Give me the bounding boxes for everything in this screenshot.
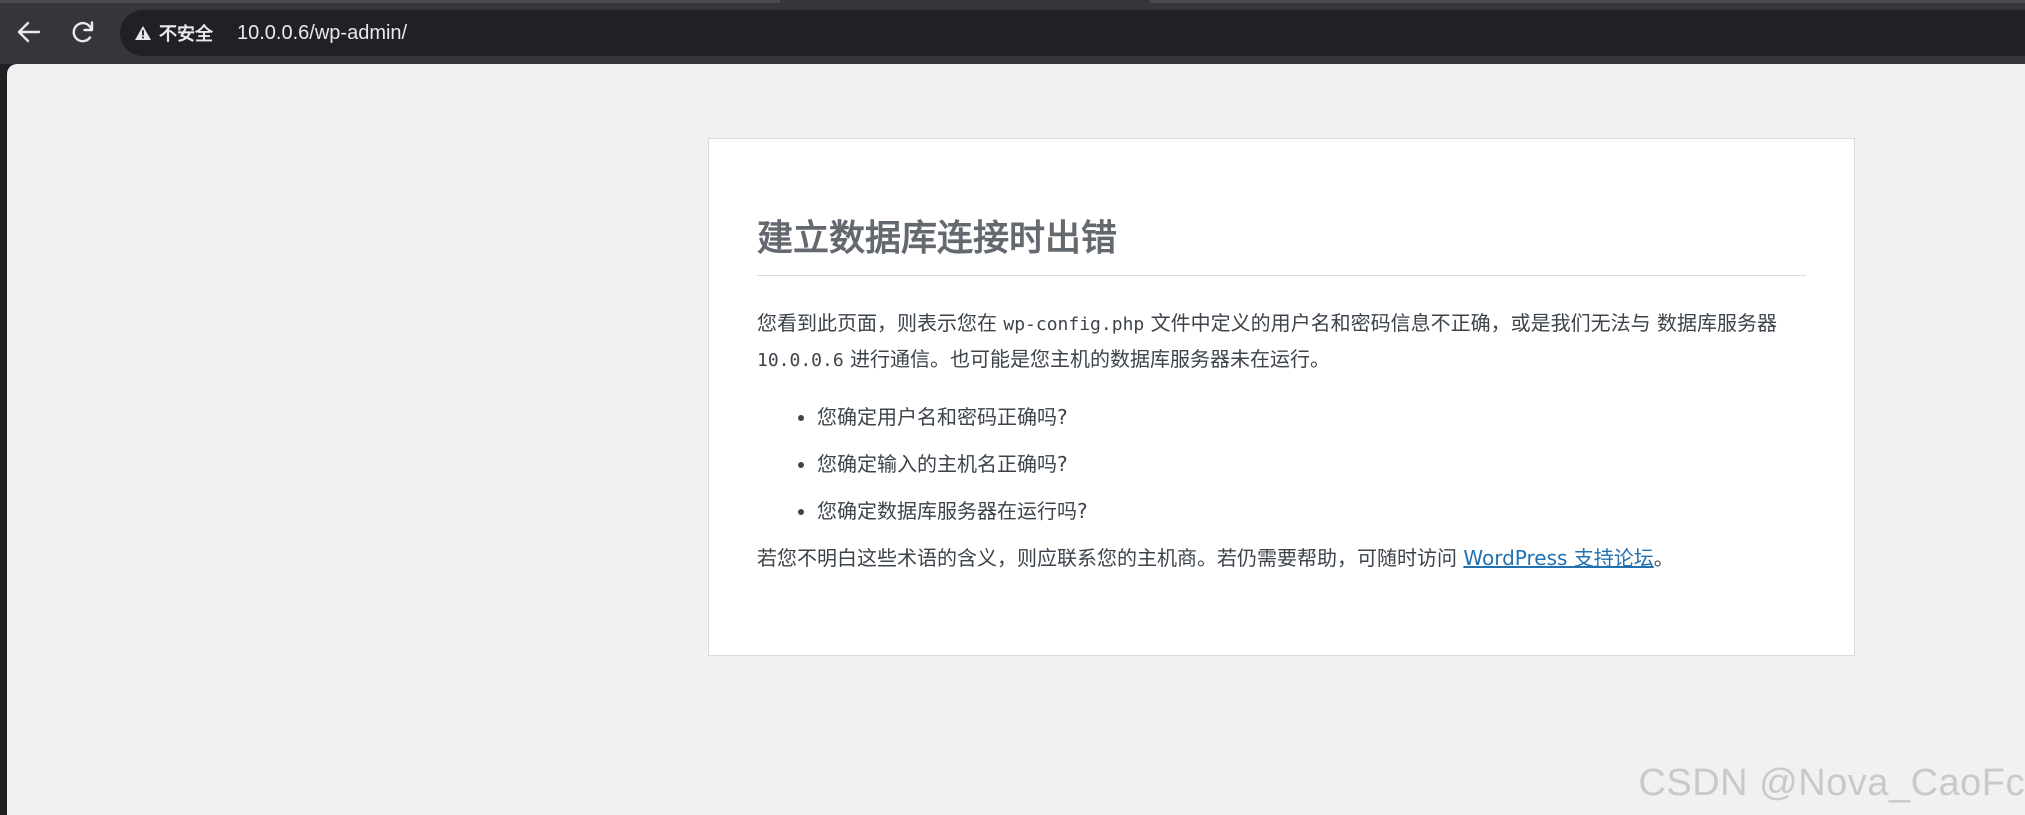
config-filename: wp-config.php [1003, 314, 1145, 335]
security-indicator[interactable]: 不安全 [134, 20, 213, 46]
intro-text: 文件中定义的用户名和密码信息不正确，或是我们无法与 数据库服务器 [1144, 311, 1777, 335]
reload-button[interactable] [65, 14, 101, 50]
tab-strip-edge [1150, 0, 2025, 3]
db-host: 10.0.0.6 [757, 350, 844, 371]
reload-icon [72, 21, 94, 43]
help-text-end: 。 [1653, 546, 1674, 570]
list-item: 您确定数据库服务器在运行吗? [817, 494, 1806, 528]
warning-triangle-icon [135, 26, 151, 40]
support-forum-link[interactable]: WordPress 支持论坛 [1463, 546, 1653, 570]
arrow-left-icon [17, 21, 41, 43]
list-item: 您确定输入的主机名正确吗? [817, 447, 1806, 481]
troubleshooting-list: 您确定用户名和密码正确吗? 您确定输入的主机名正确吗? 您确定数据库服务器在运行… [757, 400, 1806, 528]
intro-text: 进行通信。也可能是您主机的数据库服务器未在运行。 [843, 347, 1331, 371]
title-divider [757, 275, 1806, 276]
back-button[interactable] [11, 14, 47, 50]
error-description: 您看到此页面，则表示您在 wp-config.php 文件中定义的用户名和密码信… [757, 306, 1806, 378]
browser-toolbar: 不安全 10.0.0.6/wp-admin/ [0, 0, 2025, 64]
error-title: 建立数据库连接时出错 [757, 218, 1118, 259]
help-text-body: 若您不明白这些术语的含义，则应联系您的主机商。若仍需要帮助，可随时访问 [757, 546, 1464, 570]
tab-strip-edge [0, 0, 780, 3]
security-label: 不安全 [159, 24, 213, 45]
url-text[interactable]: 10.0.0.6/wp-admin/ [237, 22, 407, 45]
help-text: 若您不明白这些术语的含义，则应联系您的主机商。若仍需要帮助，可随时访问 Word… [757, 541, 1806, 575]
watermark: CSDN @Nova_CaoFc [1638, 762, 2025, 804]
error-card: 建立数据库连接时出错 您看到此页面，则表示您在 wp-config.php 文件… [708, 138, 1855, 656]
intro-text: 您看到此页面，则表示您在 [757, 311, 1004, 335]
list-item: 您确定用户名和密码正确吗? [817, 400, 1806, 434]
page-viewport: 建立数据库连接时出错 您看到此页面，则表示您在 wp-config.php 文件… [7, 64, 2025, 815]
address-bar[interactable]: 不安全 10.0.0.6/wp-admin/ [120, 10, 2025, 56]
